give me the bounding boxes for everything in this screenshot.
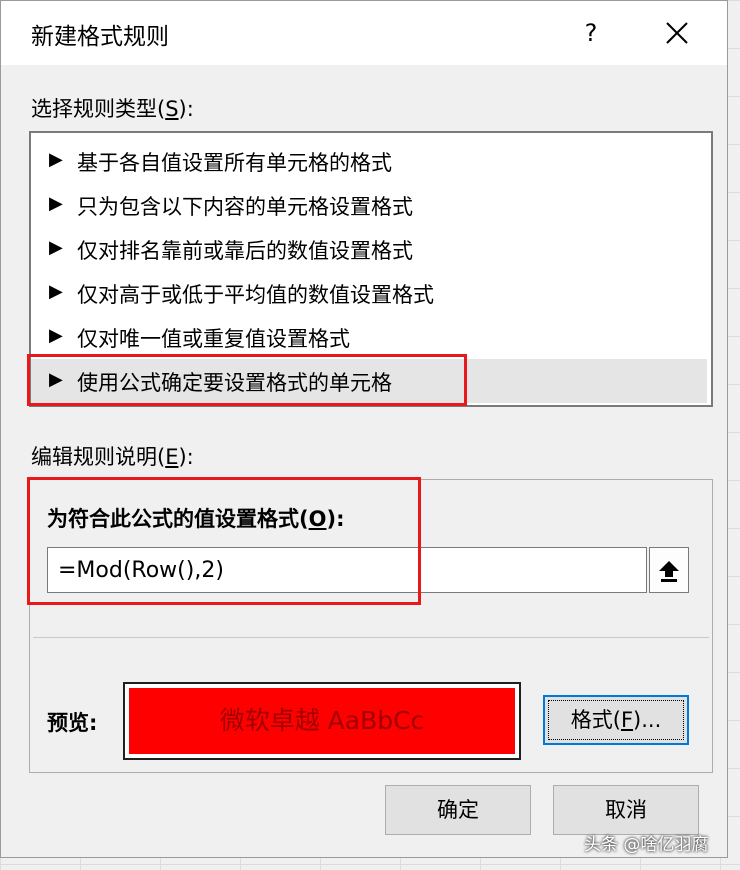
arrow-up-icon [659,561,679,582]
new-format-rule-dialog: 新建格式规则 ? 选择规则类型(S): ▶ 基于各自值设置所有单元格的格式 ▶ … [0,0,728,858]
triangle-right-icon: ▶ [49,369,63,390]
triangle-right-icon: ▶ [49,325,63,346]
triangle-right-icon: ▶ [49,193,63,214]
rule-edit-label: 编辑规则说明(E): [31,445,194,469]
preview-label: 预览: [47,711,98,735]
preview-sample-text: 微软卓越 AaBbCc [129,688,515,754]
title-bar: 新建格式规则 ? [1,1,727,65]
close-button[interactable] [655,11,699,55]
watermark: 头条 @啥亿羽腐 [584,835,709,855]
rule-item-label: 仅对高于或低于平均值的数值设置格式 [77,283,434,307]
rule-item-use-formula[interactable]: ▶ 使用公式确定要设置格式的单元格 [31,359,707,403]
rule-item-label: 使用公式确定要设置格式的单元格 [77,371,392,395]
ok-button[interactable]: 确定 [385,785,531,835]
help-button[interactable]: ? [571,13,611,53]
cancel-button[interactable]: 取消 [553,785,699,835]
format-preview: 微软卓越 AaBbCc [123,682,521,760]
rule-item-label: 仅对排名靠前或靠后的数值设置格式 [77,239,413,263]
triangle-right-icon: ▶ [49,237,63,258]
formula-label: 为符合此公式的值设置格式(O): [47,507,345,531]
formula-input[interactable] [47,547,647,593]
triangle-right-icon: ▶ [49,281,63,302]
rule-item-label: 基于各自值设置所有单元格的格式 [77,151,392,175]
triangle-right-icon: ▶ [49,149,63,170]
format-button[interactable]: 格式(F)... [543,695,689,745]
close-icon [666,22,688,44]
rule-item-contains[interactable]: ▶ 只为包含以下内容的单元格设置格式 [31,183,707,227]
rule-item-label: 只为包含以下内容的单元格设置格式 [77,195,413,219]
rule-item-label: 仅对唯一值或重复值设置格式 [77,327,350,351]
rule-item-each-value[interactable]: ▶ 基于各自值设置所有单元格的格式 [31,139,707,183]
dialog-title: 新建格式规则 [31,24,169,50]
rule-type-label: 选择规则类型(S): [31,97,194,121]
rule-item-top-bottom[interactable]: ▶ 仅对排名靠前或靠后的数值设置格式 [31,227,707,271]
divider [33,637,709,638]
rule-type-list[interactable]: ▶ 基于各自值设置所有单元格的格式 ▶ 只为包含以下内容的单元格设置格式 ▶ 仅… [29,131,713,407]
rule-item-unique-duplicate[interactable]: ▶ 仅对唯一值或重复值设置格式 [31,315,707,359]
rule-item-above-below-average[interactable]: ▶ 仅对高于或低于平均值的数值设置格式 [31,271,707,315]
collapse-dialog-button[interactable] [649,547,689,593]
